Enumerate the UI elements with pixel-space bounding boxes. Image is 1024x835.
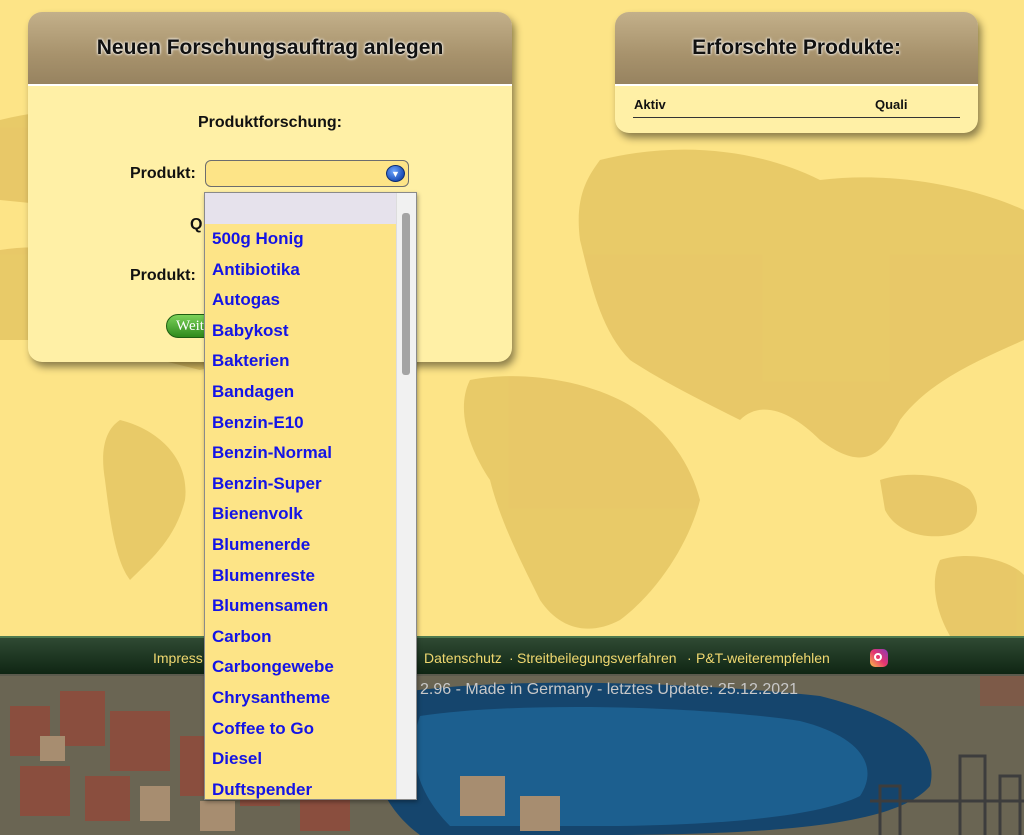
dropdown-option[interactable]: Bakterien: [205, 346, 416, 377]
column-aktiv: Aktiv: [634, 97, 666, 112]
footer-link-datenschutz[interactable]: Datenschutz: [424, 650, 502, 666]
dropdown-option[interactable]: Babykost: [205, 316, 416, 347]
produkt-label: Produkt:: [130, 165, 196, 182]
dropdown-options: 500g Honig Antibiotika Autogas Babykost …: [205, 224, 416, 799]
dropdown-option[interactable]: Blumensamen: [205, 591, 416, 622]
dropdown-option[interactable]: Carbongewebe: [205, 652, 416, 683]
dropdown-option[interactable]: Duftspender: [205, 775, 416, 799]
dropdown-option[interactable]: Carbon: [205, 622, 416, 653]
dropdown-option[interactable]: Coffee to Go: [205, 714, 416, 745]
footer-link-weiterempfehlen[interactable]: P&T-weiterempfehlen: [696, 650, 830, 666]
produkt-dropdown-list[interactable]: 500g Honig Antibiotika Autogas Babykost …: [204, 192, 417, 800]
panel-title: Neuen Forschungsauftrag anlegen: [28, 12, 512, 86]
dropdown-option[interactable]: Antibiotika: [205, 255, 416, 286]
dropdown-option[interactable]: Autogas: [205, 285, 416, 316]
section-title: Produktforschung:: [198, 114, 342, 131]
table-header: Aktiv Quali: [633, 96, 960, 118]
quality-label: Q: [190, 216, 203, 233]
dropdown-empty-option[interactable]: [205, 193, 396, 224]
dropdown-option[interactable]: Benzin-Super: [205, 469, 416, 500]
version-text: 2.96 - Made in Germany - letztes Update:…: [420, 681, 798, 698]
dropdown-option[interactable]: Blumenreste: [205, 561, 416, 592]
produkt-select[interactable]: ▼: [205, 160, 409, 187]
chevron-down-icon[interactable]: ▼: [386, 165, 405, 182]
footer-separator: ·: [509, 650, 514, 666]
dropdown-option[interactable]: Bandagen: [205, 377, 416, 408]
footer-separator: ·: [687, 650, 692, 666]
produkt-label-2: Produkt:: [130, 267, 196, 284]
footer-link-bar: Impress Datenschutz · Streitbeilegungsve…: [0, 636, 1024, 674]
panel-title: Erforschte Produkte:: [615, 12, 978, 86]
dropdown-option[interactable]: Benzin-Normal: [205, 438, 416, 469]
dropdown-option[interactable]: 500g Honig: [205, 224, 416, 255]
footer-link-streitbeilegung[interactable]: Streitbeilegungsverfahren: [517, 650, 677, 666]
instagram-icon[interactable]: [870, 649, 888, 667]
dropdown-scrollbar[interactable]: [396, 193, 416, 799]
dropdown-option[interactable]: Bienenvolk: [205, 499, 416, 530]
dropdown-option[interactable]: Blumenerde: [205, 530, 416, 561]
scrollbar-thumb[interactable]: [402, 213, 410, 375]
dropdown-option[interactable]: Benzin-E10: [205, 408, 416, 439]
footer-link-impressum[interactable]: Impress: [153, 650, 203, 666]
researched-products-panel: Erforschte Produkte: Aktiv Quali: [615, 12, 978, 133]
column-quali: Quali: [875, 97, 908, 112]
dropdown-option[interactable]: Diesel: [205, 744, 416, 775]
dropdown-option[interactable]: Chrysantheme: [205, 683, 416, 714]
footer: Impress Datenschutz · Streitbeilegungsve…: [0, 636, 1024, 835]
